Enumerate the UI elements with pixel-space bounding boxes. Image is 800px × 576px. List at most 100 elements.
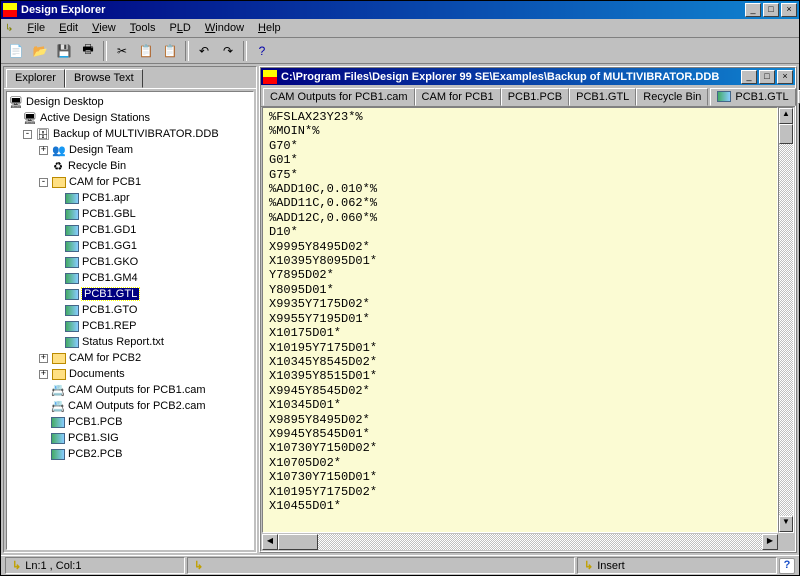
doc-tab-active[interactable]: PCB1.GTL (710, 88, 795, 106)
help-button[interactable]: ? (251, 40, 273, 62)
pcb-icon (717, 91, 731, 102)
tree-leaf-label: PCB1.apr (82, 192, 130, 204)
pcb-icon (65, 257, 79, 268)
pcb-icon (65, 225, 79, 236)
menu-window[interactable]: Window (199, 20, 250, 36)
tree-node[interactable]: Backup of MULTIVIBRATOR.DDB (53, 128, 219, 140)
menu-help[interactable]: Help (252, 20, 287, 36)
menu-tools[interactable]: Tools (124, 20, 162, 36)
tree-leaf[interactable]: PCB1.GBL (9, 206, 251, 222)
doc-titlebar: C:\Program Files\Design Explorer 99 SE\E… (261, 68, 795, 85)
open-button[interactable]: 📂 (29, 40, 51, 62)
scroll-thumb[interactable] (278, 534, 318, 550)
tree-node[interactable]: CAM for PCB2 (69, 352, 141, 364)
expand-icon[interactable]: + (39, 354, 48, 363)
tree-leaf[interactable]: PCB1.GD1 (9, 222, 251, 238)
doc-tab[interactable]: CAM for PCB1 (415, 88, 501, 106)
scroll-up-button[interactable]: ▲ (779, 108, 793, 124)
cut-button[interactable]: ✂ (111, 40, 133, 62)
tree-leaf[interactable]: PCB1.GKO (9, 254, 251, 270)
collapse-icon[interactable]: - (23, 130, 32, 139)
tree-view[interactable]: 🖥Design Desktop 🖥Active Design Stations … (6, 91, 254, 550)
pcb-icon (65, 321, 79, 332)
tree-node[interactable]: Design Team (69, 144, 133, 156)
undo-button[interactable]: ↶ (193, 40, 215, 62)
pcb-icon (65, 241, 79, 252)
doc-tab[interactable]: PCB1.GTL (569, 88, 636, 106)
maximize-button[interactable]: □ (763, 3, 779, 17)
app-icon (3, 3, 17, 17)
scroll-left-button[interactable]: ◀ (262, 534, 278, 550)
menu-edit[interactable]: Edit (53, 20, 84, 36)
pcb-icon (51, 433, 65, 444)
expand-icon[interactable]: + (39, 370, 48, 379)
insert-mode: Insert (597, 560, 625, 572)
tree-leaf-label: PCB1.GM4 (82, 272, 138, 284)
status-arrow-icon: ↳ (584, 559, 593, 572)
scroll-thumb[interactable] (779, 124, 793, 144)
main-titlebar: Design Explorer _ □ × (1, 1, 799, 19)
database-icon: 🗄 (36, 128, 50, 141)
tree-leaf-label: Status Report.txt (82, 336, 164, 348)
tree-root[interactable]: 🖥Design Desktop (9, 94, 251, 110)
paste-button[interactable]: 📋 (159, 40, 181, 62)
tree-leaf[interactable]: Status Report.txt (9, 334, 251, 350)
tree-leaf-label: PCB1.GD1 (82, 224, 136, 236)
tree-node[interactable]: Documents (69, 368, 125, 380)
tree-leaf[interactable]: PCB1.GG1 (9, 238, 251, 254)
menu-pld[interactable]: PLD (163, 20, 196, 36)
doc-min-button[interactable]: _ (741, 70, 757, 84)
collapse-icon[interactable]: - (39, 178, 48, 187)
expand-icon[interactable]: + (39, 146, 48, 155)
tree-node[interactable]: CAM for PCB1 (69, 176, 141, 188)
status-arrow-icon: ↳ (12, 559, 21, 572)
save-button[interactable]: 💾 (53, 40, 75, 62)
tree-node[interactable]: Recycle Bin (68, 160, 126, 172)
print-button[interactable]: 🖶 (77, 40, 99, 62)
tree-leaf[interactable]: PCB1.GTO (9, 302, 251, 318)
new-button[interactable]: 📄 (5, 40, 27, 62)
pcb-icon (65, 209, 79, 220)
doc-tab[interactable]: Recycle Bin (636, 88, 708, 106)
doc-title: C:\Program Files\Design Explorer 99 SE\E… (281, 71, 739, 83)
doc-max-button[interactable]: □ (759, 70, 775, 84)
tree-leaf-label: PCB1.GTL (82, 288, 139, 300)
doc-tab[interactable]: CAM Outputs for PCB1.cam (263, 88, 415, 106)
menu-file[interactable]: File (21, 20, 51, 36)
tab-explorer[interactable]: Explorer (6, 69, 65, 88)
tree-leaf[interactable]: PCB1.apr (9, 190, 251, 206)
tree-leaf[interactable]: PCB1.REP (9, 318, 251, 334)
vertical-scrollbar[interactable]: ▲ ▼ (778, 107, 794, 533)
doc-close-button[interactable]: × (777, 70, 793, 84)
tree-node[interactable]: PCB1.PCB (68, 416, 122, 428)
scroll-right-button[interactable]: ▶ (762, 534, 778, 550)
doc-app-icon (263, 70, 277, 84)
tree-node[interactable]: PCB2.PCB (68, 448, 122, 460)
doc-tab[interactable]: PCB1.PCB (501, 88, 569, 106)
tree-node[interactable]: Active Design Stations (40, 112, 150, 124)
tree-node[interactable]: CAM Outputs for PCB2.cam (68, 400, 206, 412)
tree-leaf[interactable]: PCB1.GM4 (9, 270, 251, 286)
close-button[interactable]: × (781, 3, 797, 17)
tree-node[interactable]: PCB1.SIG (68, 432, 119, 444)
scroll-down-button[interactable]: ▼ (779, 516, 793, 532)
pcb-icon (65, 337, 79, 348)
redo-button[interactable]: ↷ (217, 40, 239, 62)
tree-leaf[interactable]: PCB1.GTL (9, 286, 251, 302)
scroll-corner (778, 534, 794, 550)
text-editor[interactable]: %FSLAX23Y23*% %MOIN*% G70* G01* G75* %AD… (262, 107, 778, 533)
document-area: C:\Program Files\Design Explorer 99 SE\E… (259, 66, 797, 553)
toolbar-sep (243, 41, 247, 61)
horizontal-scrollbar[interactable]: ◀ ▶ (262, 534, 794, 550)
folder-icon (52, 353, 66, 364)
minimize-button[interactable]: _ (745, 3, 761, 17)
pcb-icon (65, 193, 79, 204)
pcb-icon (51, 417, 65, 428)
tab-browse-text[interactable]: Browse Text (65, 69, 143, 88)
help-icon[interactable]: ? (779, 558, 795, 574)
copy-button[interactable]: 📋 (135, 40, 157, 62)
folder-icon (52, 369, 66, 380)
menu-view[interactable]: View (86, 20, 122, 36)
window-title: Design Explorer (21, 4, 743, 16)
tree-node[interactable]: CAM Outputs for PCB1.cam (68, 384, 206, 396)
